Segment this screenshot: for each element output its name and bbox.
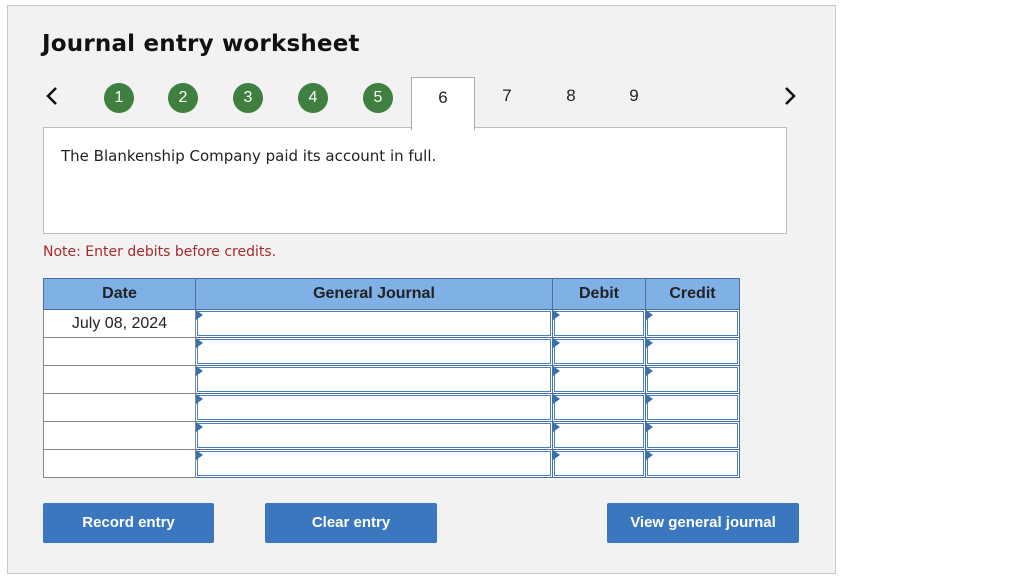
- debit-input[interactable]: [552, 337, 646, 366]
- table-row: [43, 421, 740, 450]
- dropdown-marker-icon: [553, 366, 560, 376]
- step-2-tab[interactable]: 2: [168, 83, 198, 113]
- date-cell: [43, 337, 196, 366]
- debit-header: Debit: [552, 278, 646, 310]
- entry-note: Note: Enter debits before credits.: [43, 244, 277, 260]
- debit-input[interactable]: [552, 393, 646, 422]
- credit-input[interactable]: [645, 421, 740, 450]
- view-general-journal-button[interactable]: View general journal: [607, 503, 799, 543]
- clear-entry-button[interactable]: Clear entry: [265, 503, 437, 543]
- dropdown-marker-icon: [196, 310, 203, 320]
- dropdown-marker-icon: [196, 338, 203, 348]
- credit-input[interactable]: [645, 393, 740, 422]
- step-6-tab-active[interactable]: 6: [411, 77, 475, 130]
- table-row: [43, 365, 740, 394]
- dropdown-marker-icon: [646, 394, 653, 404]
- date-cell: [43, 365, 196, 394]
- dropdown-marker-icon: [646, 450, 653, 460]
- credit-input[interactable]: [645, 309, 740, 338]
- dropdown-marker-icon: [646, 310, 653, 320]
- dropdown-marker-icon: [553, 450, 560, 460]
- account-select[interactable]: [195, 449, 553, 478]
- account-select[interactable]: [195, 337, 553, 366]
- credit-input[interactable]: [645, 449, 740, 478]
- debit-input[interactable]: [552, 309, 646, 338]
- dropdown-marker-icon: [646, 338, 653, 348]
- date-header: Date: [43, 278, 196, 310]
- general-journal-header: General Journal: [195, 278, 553, 310]
- date-cell: [43, 393, 196, 422]
- dropdown-marker-icon: [196, 450, 203, 460]
- dropdown-marker-icon: [196, 366, 203, 376]
- dropdown-marker-icon: [553, 338, 560, 348]
- step-7-tab[interactable]: 7: [497, 86, 517, 106]
- debit-input[interactable]: [552, 449, 646, 478]
- table-row: [43, 449, 740, 478]
- table-row: July 08, 2024: [43, 309, 740, 338]
- account-select[interactable]: [195, 421, 553, 450]
- dropdown-marker-icon: [553, 310, 560, 320]
- date-cell: [43, 421, 196, 450]
- dropdown-marker-icon: [553, 394, 560, 404]
- transaction-description-box: The Blankenship Company paid its account…: [43, 127, 787, 234]
- page-title: Journal entry worksheet: [42, 31, 360, 57]
- account-select[interactable]: [195, 365, 553, 394]
- account-select[interactable]: [195, 309, 553, 338]
- debit-input[interactable]: [552, 365, 646, 394]
- transaction-description: The Blankenship Company paid its account…: [61, 147, 437, 165]
- debit-input[interactable]: [552, 421, 646, 450]
- dropdown-marker-icon: [646, 422, 653, 432]
- account-select[interactable]: [195, 393, 553, 422]
- record-entry-button[interactable]: Record entry: [43, 503, 214, 543]
- date-cell: [43, 449, 196, 478]
- step-8-tab[interactable]: 8: [561, 86, 581, 106]
- date-cell: July 08, 2024: [43, 309, 196, 338]
- step-5-tab[interactable]: 5: [363, 83, 393, 113]
- dropdown-marker-icon: [553, 422, 560, 432]
- dropdown-marker-icon: [196, 394, 203, 404]
- step-1-tab[interactable]: 1: [104, 83, 134, 113]
- step-3-tab[interactable]: 3: [233, 83, 263, 113]
- table-row: [43, 337, 740, 366]
- chevron-right-icon[interactable]: [778, 82, 802, 110]
- credit-header: Credit: [645, 278, 740, 310]
- dropdown-marker-icon: [196, 422, 203, 432]
- credit-input[interactable]: [645, 337, 740, 366]
- credit-input[interactable]: [645, 365, 740, 394]
- journal-table: Date General Journal Debit Credit July 0…: [43, 278, 740, 478]
- dropdown-marker-icon: [646, 366, 653, 376]
- chevron-left-icon[interactable]: [41, 82, 65, 110]
- step-9-tab[interactable]: 9: [624, 86, 644, 106]
- table-row: [43, 393, 740, 422]
- step-4-tab[interactable]: 4: [298, 83, 328, 113]
